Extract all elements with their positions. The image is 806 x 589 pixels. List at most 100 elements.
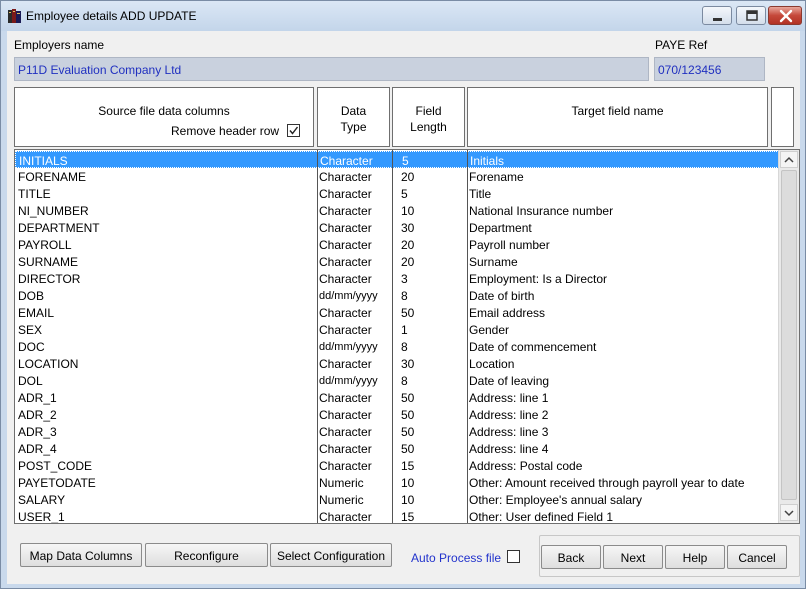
field-length-cell: 8 — [401, 374, 408, 388]
maximize-button[interactable] — [736, 6, 766, 25]
target-field-title: Target field name — [571, 104, 664, 118]
field-length-cell: 20 — [401, 255, 415, 269]
table-row[interactable]: DOC dd/mm/yyyy 8 Date of commencement — [15, 338, 779, 355]
next-button[interactable]: Next — [603, 545, 663, 569]
target-field-cell: Title — [469, 187, 492, 201]
select-configuration-button[interactable]: Select Configuration — [270, 543, 392, 567]
source-cell: NI_NUMBER — [18, 204, 89, 218]
table-row[interactable]: ADR_4 Character 50 Address: line 4 — [15, 440, 779, 457]
table-row[interactable]: ADR_3 Character 50 Address: line 3 — [15, 423, 779, 440]
field-length-cell: 50 — [401, 306, 415, 320]
target-field-cell: Other: Amount received through payroll y… — [469, 476, 745, 490]
data-type-cell: Character — [319, 510, 372, 524]
table-row[interactable]: PAYROLL Character 20 Payroll number — [15, 236, 779, 253]
target-field-cell: Address: line 2 — [469, 408, 549, 422]
field-length-header-line1: Field — [415, 104, 442, 118]
remove-header-row-checkbox[interactable] — [287, 124, 300, 137]
scroll-thumb[interactable] — [781, 170, 797, 500]
table-row[interactable]: ADR_2 Character 50 Address: line 2 — [15, 406, 779, 423]
close-button[interactable] — [768, 6, 802, 25]
minimize-button[interactable] — [702, 6, 732, 25]
field-length-cell: 10 — [401, 476, 415, 490]
reconfigure-button[interactable]: Reconfigure — [145, 543, 268, 567]
data-type-cell: Character — [319, 306, 372, 320]
table-row[interactable]: SEX Character 1 Gender — [15, 321, 779, 338]
field-length-cell: 5 — [401, 187, 408, 201]
title-bar[interactable]: Employee details ADD UPDATE — [1, 1, 805, 31]
data-type-cell: Character — [319, 425, 372, 439]
table-row[interactable]: USER_1 Character 15 Other: User defined Fie… — [15, 508, 779, 524]
table-row[interactable]: LOCATION Character 30 Location — [15, 355, 779, 372]
data-type-cell: Character — [319, 255, 372, 269]
checkmark-icon — [289, 126, 299, 135]
field-length-cell: 3 — [401, 272, 408, 286]
table-row[interactable]: ADR_1 Character 50 Address: line 1 — [15, 389, 779, 406]
auto-process-checkbox[interactable] — [507, 550, 520, 563]
field-length-cell: 20 — [401, 238, 415, 252]
table-row[interactable]: SALARY Numeric 10 Other: Employee's annual … — [15, 491, 779, 508]
target-field-cell: Gender — [469, 323, 510, 337]
field-length-cell: 1 — [401, 323, 408, 337]
header-spacer — [771, 87, 794, 147]
table-row[interactable]: FORENAME Character 20 Forename — [15, 168, 779, 185]
back-button[interactable]: Back — [541, 545, 601, 569]
table-row[interactable]: SURNAME Character 20 Surname — [15, 253, 779, 270]
data-type-cell: Character — [319, 459, 372, 473]
vertical-scrollbar[interactable] — [778, 150, 799, 523]
table-row[interactable]: EMAIL Character 50 Email address — [15, 304, 779, 321]
books-icon — [7, 8, 23, 24]
table-row[interactable]: TITLE Character 5 Title — [15, 185, 779, 202]
data-type-cell: Numeric — [319, 493, 364, 507]
field-length-cell: 15 — [401, 510, 415, 524]
data-type-cell: dd/mm/yyyy — [319, 341, 378, 353]
table-row[interactable]: POST_CODE Character 15 Address: Postal code — [15, 457, 779, 474]
field-length-cell: 8 — [401, 340, 408, 354]
target-field-cell: Date of leaving — [469, 374, 550, 388]
data-type-cell: Character — [319, 187, 372, 201]
maximize-icon — [746, 10, 758, 21]
source-columns-title: Source file data columns — [98, 104, 230, 118]
target-field-cell: Payroll number — [469, 238, 550, 252]
target-field-cell: Initials — [470, 154, 505, 168]
target-field-cell: Date of commencement — [469, 340, 597, 354]
field-length-cell: 50 — [401, 425, 415, 439]
table-row[interactable]: DOB dd/mm/yyyy 8 Date of birth — [15, 287, 779, 304]
scroll-down-button[interactable] — [780, 504, 798, 521]
cancel-button[interactable]: Cancel — [727, 545, 787, 569]
column-divider — [317, 150, 318, 523]
data-type-cell: Character — [319, 238, 372, 252]
target-field-cell: Surname — [469, 255, 518, 269]
data-type-cell: Character — [319, 323, 372, 337]
target-field-cell: Address: Postal code — [469, 459, 583, 473]
data-type-cell: Character — [319, 204, 372, 218]
data-type-cell: Character — [319, 408, 372, 422]
mapping-grid[interactable]: USER_1 Character 15 Other: User defined Fie… — [14, 149, 800, 524]
table-row[interactable]: PAYETODATE Numeric 10 Other: Amount receive… — [15, 474, 779, 491]
table-row[interactable]: DOL dd/mm/yyyy 8 Date of leaving — [15, 372, 779, 389]
source-cell: USER_1 — [18, 510, 65, 524]
target-field-cell: Forename — [469, 170, 524, 184]
table-row[interactable]: NI_NUMBER Character 10 National Insurance n… — [15, 202, 779, 219]
data-type-cell: dd/mm/yyyy — [319, 375, 378, 387]
source-cell: POST_CODE — [18, 459, 93, 473]
scroll-up-button[interactable] — [780, 151, 798, 168]
data-type-header-line1: Data — [340, 104, 367, 118]
table-row[interactable]: DEPARTMENT Character 30 Department — [15, 219, 779, 236]
target-field-cell: Address: line 1 — [469, 391, 549, 405]
source-cell: SALARY — [18, 493, 66, 507]
data-type-header: Data Type — [317, 87, 390, 147]
table-row[interactable]: DIRECTOR Character 3 Employment: Is a Direc… — [15, 270, 779, 287]
map-data-columns-button[interactable]: Map Data Columns — [20, 543, 142, 567]
field-length-cell: 15 — [401, 459, 415, 473]
chevron-up-icon — [784, 156, 794, 163]
source-cell: SEX — [18, 323, 43, 337]
table-row[interactable]: INITIALS Character 5 Initials — [15, 151, 779, 168]
close-icon — [779, 9, 793, 23]
data-type-cell: Character — [319, 391, 372, 405]
data-type-cell: Numeric — [319, 476, 364, 490]
data-type-cell: Character — [319, 170, 372, 184]
source-cell: LOCATION — [18, 357, 79, 371]
source-cell: DOL — [18, 374, 43, 388]
data-type-cell: Character — [319, 357, 372, 371]
help-button[interactable]: Help — [665, 545, 725, 569]
